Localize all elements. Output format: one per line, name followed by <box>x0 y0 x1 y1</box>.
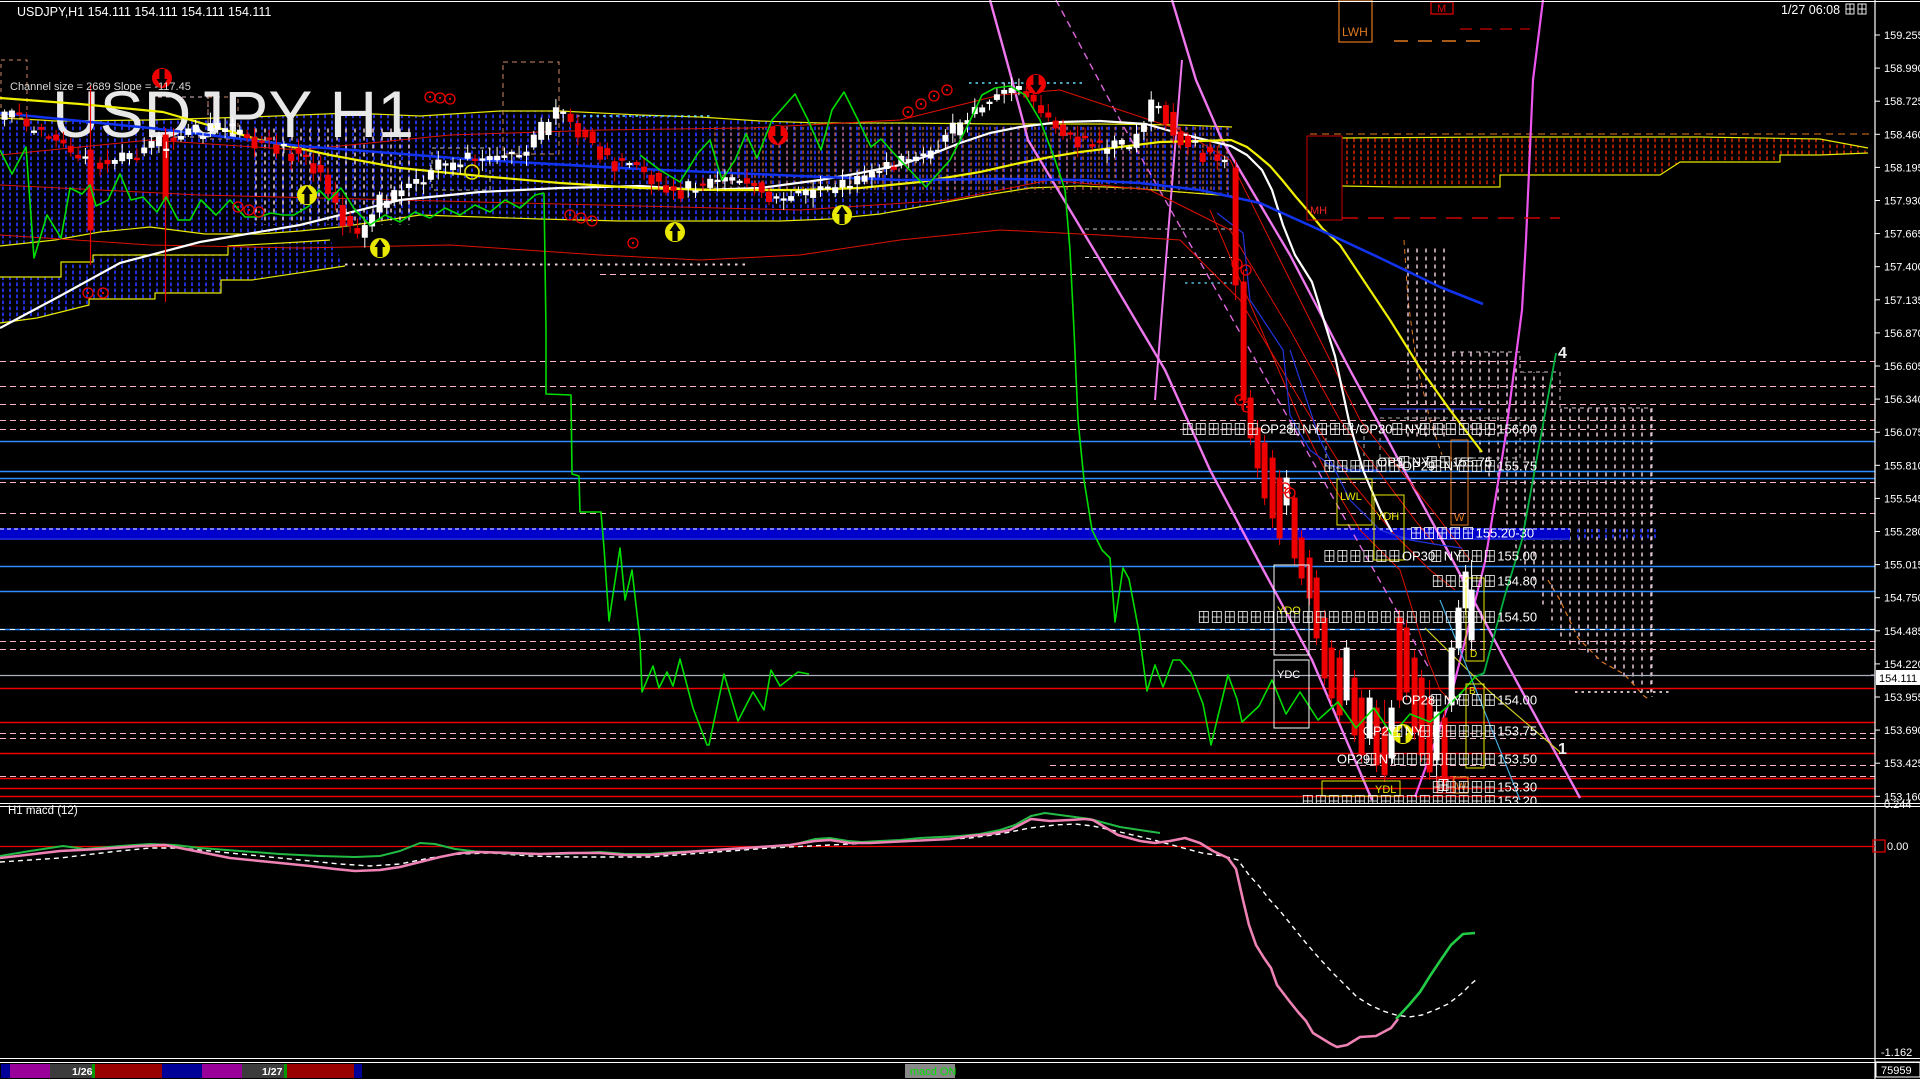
svg-text:158.725: 158.725 <box>1884 96 1920 108</box>
svg-text:153.955: 153.955 <box>1884 692 1920 704</box>
svg-text:MH: MH <box>1310 205 1327 217</box>
svg-text:156.00: 156.00 <box>1497 422 1537 437</box>
svg-text:USDJPY,H1 154.111 154.111 154: USDJPY,H1 154.111 154.111 154.111 154.11… <box>17 5 271 19</box>
svg-text:158.460: 158.460 <box>1884 129 1920 141</box>
svg-text:LWL: LWL <box>1340 491 1362 503</box>
svg-text:157.135: 157.135 <box>1884 295 1920 307</box>
svg-text:155.280: 155.280 <box>1884 527 1920 539</box>
svg-text:155.75: 155.75 <box>1452 455 1492 470</box>
svg-text:D: D <box>1470 649 1477 660</box>
svg-text:154.485: 154.485 <box>1884 626 1920 638</box>
svg-text:155.810: 155.810 <box>1884 460 1920 472</box>
svg-text:OP3: OP3 <box>1377 455 1403 470</box>
svg-text:H1 macd (12): H1 macd (12) <box>8 805 78 817</box>
svg-text:W: W <box>1454 512 1465 524</box>
svg-text:155.20-30: 155.20-30 <box>1476 526 1535 541</box>
svg-text:156.340: 156.340 <box>1884 394 1920 406</box>
svg-text:Channel size = 2689 Slope = -1: Channel size = 2689 Slope = -117.45 <box>10 81 191 93</box>
svg-text:LWH: LWH <box>1342 25 1368 39</box>
svg-text:OP28: OP28 <box>1402 693 1435 708</box>
svg-text:153.425: 153.425 <box>1884 758 1920 770</box>
svg-text:159.255: 159.255 <box>1884 30 1920 42</box>
svg-text:155.015: 155.015 <box>1884 560 1920 572</box>
svg-text:75959: 75959 <box>1881 1065 1912 1077</box>
svg-text:YDH: YDH <box>1376 511 1399 523</box>
svg-text:/OP30: /OP30 <box>1356 422 1393 437</box>
svg-text:155.75: 155.75 <box>1497 459 1537 474</box>
svg-text:157.665: 157.665 <box>1884 229 1920 241</box>
svg-text:OP30: OP30 <box>1402 549 1435 564</box>
svg-text:0.00: 0.00 <box>1887 841 1908 853</box>
svg-text:0.244: 0.244 <box>1884 799 1912 811</box>
svg-text:153.75: 153.75 <box>1497 724 1537 739</box>
svg-text:YDO: YDO <box>1277 605 1301 617</box>
svg-text:158.990: 158.990 <box>1884 63 1920 75</box>
svg-text:-1.162: -1.162 <box>1881 1047 1912 1059</box>
svg-text:1/26: 1/26 <box>72 1066 93 1078</box>
svg-text:YDC: YDC <box>1277 669 1300 681</box>
svg-text:4: 4 <box>1558 345 1567 362</box>
svg-text:OP28: OP28 <box>1260 422 1293 437</box>
svg-text:154.750: 154.750 <box>1884 593 1920 605</box>
svg-text:1/27: 1/27 <box>262 1066 283 1078</box>
svg-text:1: 1 <box>1558 741 1567 758</box>
svg-text:154.00: 154.00 <box>1497 693 1537 708</box>
svg-text:156.870: 156.870 <box>1884 328 1920 340</box>
svg-text:156.075: 156.075 <box>1884 427 1920 439</box>
svg-text:154.80: 154.80 <box>1497 574 1537 589</box>
svg-text:OP29: OP29 <box>1337 752 1370 767</box>
svg-text:YDL: YDL <box>1375 784 1396 796</box>
svg-text:158.195: 158.195 <box>1884 162 1920 174</box>
svg-text:155.00: 155.00 <box>1497 549 1537 564</box>
svg-text:155.545: 155.545 <box>1884 493 1920 505</box>
svg-text:154.220: 154.220 <box>1884 659 1920 671</box>
svg-text:157.930: 157.930 <box>1884 196 1920 208</box>
svg-text:154.111: 154.111 <box>1879 673 1917 685</box>
svg-text:M: M <box>1437 3 1446 15</box>
svg-text:OP27: OP27 <box>1363 724 1396 739</box>
svg-text:153.690: 153.690 <box>1884 725 1920 737</box>
svg-text:macd ON: macd ON <box>910 1066 957 1078</box>
svg-text:153.30: 153.30 <box>1497 780 1537 795</box>
svg-text:156.605: 156.605 <box>1884 361 1920 373</box>
svg-text:154.50: 154.50 <box>1497 610 1537 625</box>
svg-text:1/27 06:08: 1/27 06:08 <box>1781 3 1840 17</box>
svg-text:153.50: 153.50 <box>1497 752 1537 767</box>
svg-text:157.400: 157.400 <box>1884 262 1920 274</box>
